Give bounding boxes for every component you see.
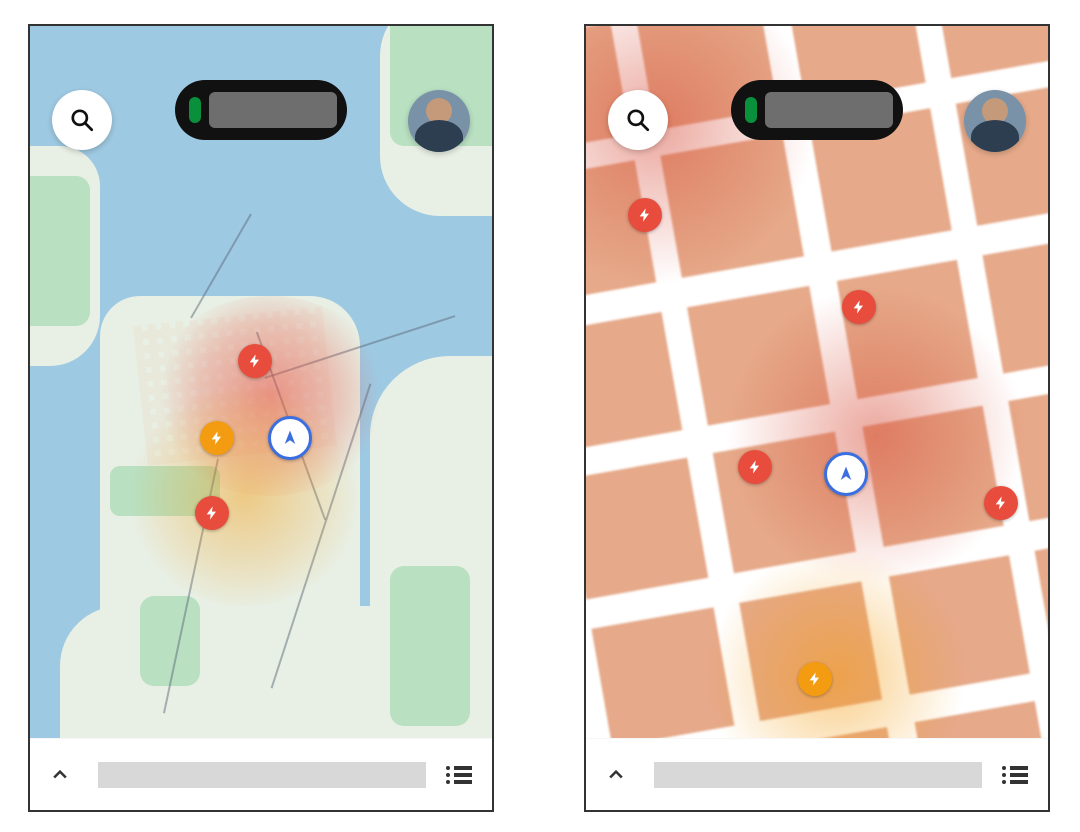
search-button[interactable]: [52, 90, 112, 150]
locate-arrow-icon: [281, 429, 299, 447]
bolt-icon: [807, 671, 823, 687]
device-frame-left: [28, 24, 494, 812]
status-placeholder: [765, 92, 893, 128]
bolt-icon: [204, 505, 220, 521]
map-view-city[interactable]: [30, 26, 492, 738]
map-view-street[interactable]: [586, 26, 1048, 738]
park-south: [140, 596, 200, 686]
caret-up-icon[interactable]: [606, 765, 626, 785]
hotspot-marker[interactable]: [738, 450, 772, 484]
hotspot-marker[interactable]: [195, 496, 229, 530]
bottom-placeholder: [98, 762, 426, 788]
bolt-icon: [747, 459, 763, 475]
bolt-icon: [637, 207, 653, 223]
bottom-placeholder: [654, 762, 982, 788]
hotspot-marker[interactable]: [984, 486, 1018, 520]
bottom-sheet-handle[interactable]: [586, 738, 1048, 810]
park-marin: [30, 176, 90, 326]
status-pill[interactable]: [175, 80, 347, 140]
bolt-icon: [993, 495, 1009, 511]
list-view-button[interactable]: [454, 763, 472, 787]
hotspot-marker[interactable]: [238, 344, 272, 378]
online-indicator: [745, 97, 757, 123]
hotspot-marker[interactable]: [628, 198, 662, 232]
caret-up-icon[interactable]: [50, 765, 70, 785]
hotspot-marker[interactable]: [842, 290, 876, 324]
user-location-marker[interactable]: [824, 452, 868, 496]
bolt-icon: [247, 353, 263, 369]
user-location-marker[interactable]: [268, 416, 312, 460]
list-view-button[interactable]: [1010, 763, 1028, 787]
search-icon: [69, 107, 95, 133]
heatmap-orange: [130, 386, 360, 606]
bottom-sheet-handle[interactable]: [30, 738, 492, 810]
park-east: [390, 566, 470, 726]
online-indicator: [189, 97, 201, 123]
locate-arrow-icon: [837, 465, 855, 483]
profile-avatar-button[interactable]: [408, 90, 470, 152]
bolt-icon: [851, 299, 867, 315]
hotspot-marker[interactable]: [200, 421, 234, 455]
profile-avatar-button[interactable]: [964, 90, 1026, 152]
search-button[interactable]: [608, 90, 668, 150]
device-frame-right: [584, 24, 1050, 812]
bolt-icon: [209, 430, 225, 446]
hotspot-marker[interactable]: [798, 662, 832, 696]
search-icon: [625, 107, 651, 133]
status-placeholder: [209, 92, 337, 128]
status-pill[interactable]: [731, 80, 903, 140]
